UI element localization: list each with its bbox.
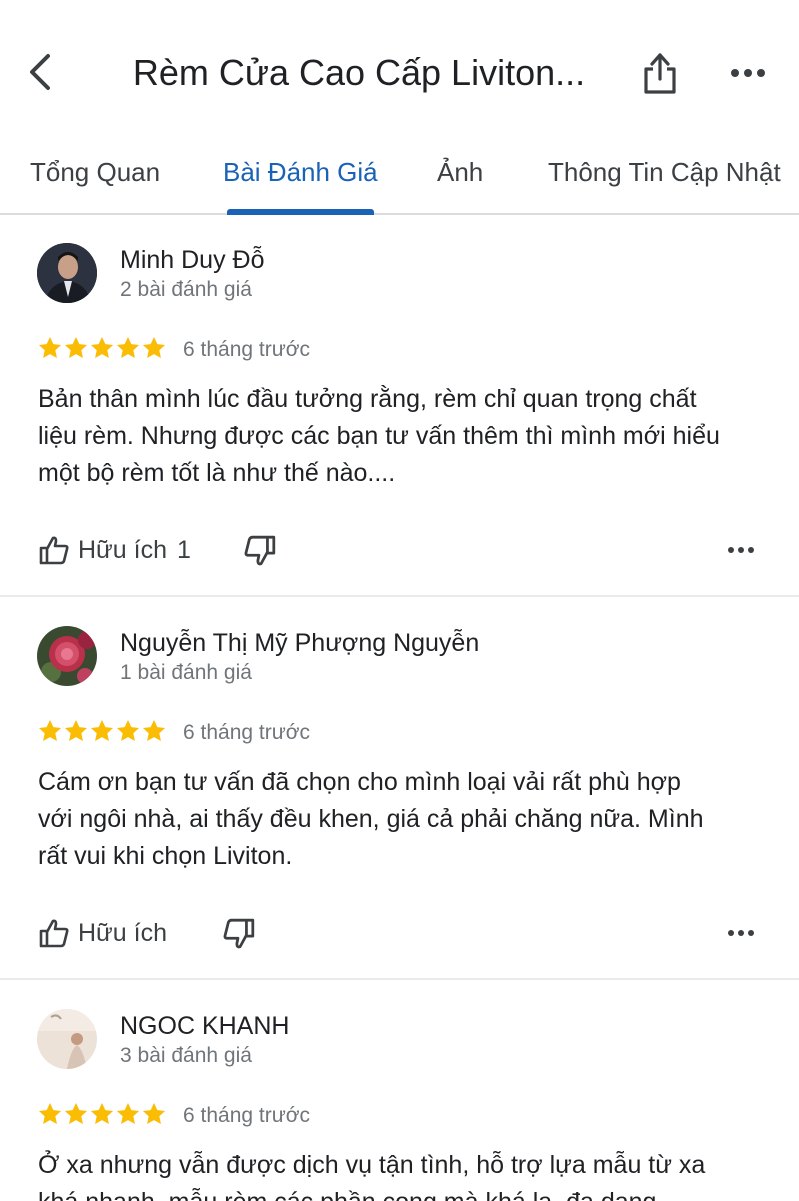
review-text-line: một bộ rèm tốt là như thế nào....: [38, 459, 396, 487]
review-time: 6 tháng trước: [183, 1104, 311, 1127]
thumbs-up-icon: [39, 536, 69, 565]
star-icon: [142, 1102, 166, 1124]
avatar[interactable]: [37, 243, 97, 303]
star-icon: [64, 336, 88, 358]
star-icon: [90, 719, 114, 741]
not-helpful-button[interactable]: [222, 917, 256, 951]
star-rating: [37, 335, 167, 365]
share-button[interactable]: [638, 50, 682, 96]
reviewer-name[interactable]: Minh Duy Đỗ: [120, 243, 265, 277]
reviewer-review-count: 1 bài đánh giá: [120, 661, 252, 684]
more-options-button[interactable]: [728, 58, 768, 88]
helpful-label: Hữu ích: [78, 535, 167, 564]
review-time: 6 tháng trước: [183, 721, 311, 744]
star-rating: [37, 718, 167, 748]
review-text-line: khá nhanh, mẫu rèm các phần cong mà khá …: [38, 1184, 768, 1201]
tab-overview[interactable]: Tổng Quan: [30, 152, 160, 192]
review-text-line: Cám ơn bạn tư vấn đã chọn cho mình loại …: [38, 768, 681, 796]
review-more-button[interactable]: [726, 542, 756, 558]
star-icon: [64, 719, 88, 741]
avatar-image: [37, 243, 97, 303]
app-header: Rèm Cửa Cao Cấp Liviton...: [0, 0, 799, 140]
back-button[interactable]: [22, 50, 62, 94]
star-rating: [37, 1101, 167, 1131]
review-text: Cám ơn bạn tư vấn đã chọn cho mình loại …: [38, 764, 768, 875]
page-title: Rèm Cửa Cao Cấp Liviton...: [132, 52, 586, 93]
more-horiz-icon: [731, 69, 765, 77]
star-icon: [38, 336, 62, 358]
avatar[interactable]: [37, 1009, 97, 1069]
reviewer-review-count: 3 bài đánh giá: [120, 1044, 252, 1067]
thumbs-down-icon: [244, 535, 276, 566]
review-more-button[interactable]: [726, 925, 756, 941]
avatar-image: [37, 1009, 97, 1069]
review-divider: [0, 595, 799, 597]
tab-photos[interactable]: Ảnh: [437, 152, 483, 192]
more-horiz-icon: [728, 930, 754, 936]
helpful-count: 1: [177, 535, 191, 564]
review-text-line: rất vui khi chọn Liviton.: [38, 842, 293, 870]
review-text-line: Ở xa nhưng vẫn được dịch vụ tận tình, hỗ…: [38, 1151, 706, 1179]
review-text: Bản thân mình lúc đầu tưởng rằng, rèm ch…: [38, 381, 768, 492]
reviewer-name[interactable]: Nguyễn Thị Mỹ Phượng Nguyễn: [120, 626, 479, 660]
helpful-button[interactable]: Hữu ích 1: [38, 531, 191, 569]
star-icon: [116, 336, 140, 358]
review-text-line: Bản thân mình lúc đầu tưởng rằng, rèm ch…: [38, 385, 697, 413]
reviewer-review-count: 2 bài đánh giá: [120, 278, 252, 301]
tab-reviews[interactable]: Bài Đánh Giá: [223, 152, 378, 192]
thumbs-up-icon: [39, 919, 69, 948]
tab-divider: [0, 213, 799, 215]
back-arrow-icon: [30, 54, 50, 90]
not-helpful-button[interactable]: [243, 534, 277, 568]
star-icon: [116, 719, 140, 741]
review-time: 6 tháng trước: [183, 338, 311, 361]
thumbs-down-icon: [223, 918, 255, 949]
review-text-line: với ngôi nhà, ai thấy đều khen, giá cả p…: [38, 805, 704, 833]
avatar-image: [37, 626, 97, 686]
more-horiz-icon: [728, 547, 754, 553]
helpful-button[interactable]: Hữu ích: [38, 914, 167, 952]
review-divider: [0, 978, 799, 980]
star-icon: [142, 719, 166, 741]
active-tab-indicator: [227, 209, 374, 215]
share-icon: [644, 53, 676, 94]
reviewer-name[interactable]: NGOC KHANH: [120, 1009, 289, 1043]
review-text: Ở xa nhưng vẫn được dịch vụ tận tình, hỗ…: [38, 1147, 768, 1201]
star-icon: [38, 719, 62, 741]
star-icon: [116, 1102, 140, 1124]
star-icon: [142, 336, 166, 358]
star-icon: [38, 1102, 62, 1124]
review-text-line: liệu rèm. Nhưng được các bạn tư vấn thêm…: [38, 422, 720, 450]
star-icon: [64, 1102, 88, 1124]
star-icon: [90, 336, 114, 358]
star-icon: [90, 1102, 114, 1124]
avatar[interactable]: [37, 626, 97, 686]
tab-updates[interactable]: Thông Tin Cập Nhật: [548, 152, 781, 192]
helpful-label: Hữu ích: [78, 918, 167, 947]
